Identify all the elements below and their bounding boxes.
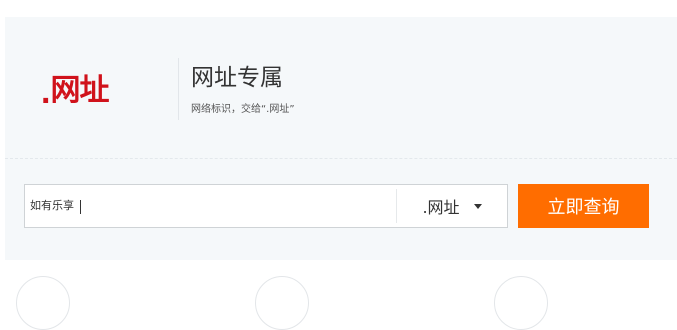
feature-circle-icon xyxy=(16,276,70,330)
feature-circle-icon xyxy=(255,276,309,330)
text-cursor xyxy=(80,200,81,214)
caret-down-icon xyxy=(473,203,482,209)
logo-word: 网址 xyxy=(50,73,109,108)
dashed-divider xyxy=(5,158,677,159)
logo-dot: . xyxy=(41,73,51,111)
query-button[interactable]: 立即查询 xyxy=(518,184,649,228)
domain-search-panel: . 网址 网址专属 网络标识，交给“.网址” .网址 立即查询 xyxy=(5,17,677,260)
domain-search-box: .网址 xyxy=(24,184,508,228)
feature-circle-icon xyxy=(494,276,548,330)
suffix-selected-value: .网址 xyxy=(422,198,460,217)
page-subtitle: 网络标识，交给“.网址” xyxy=(191,104,295,115)
brand-logo: . 网址 xyxy=(41,69,109,111)
suffix-dropdown[interactable]: .网址 xyxy=(397,185,507,227)
page-title: 网址专属 xyxy=(191,65,283,91)
header-divider xyxy=(178,58,179,120)
